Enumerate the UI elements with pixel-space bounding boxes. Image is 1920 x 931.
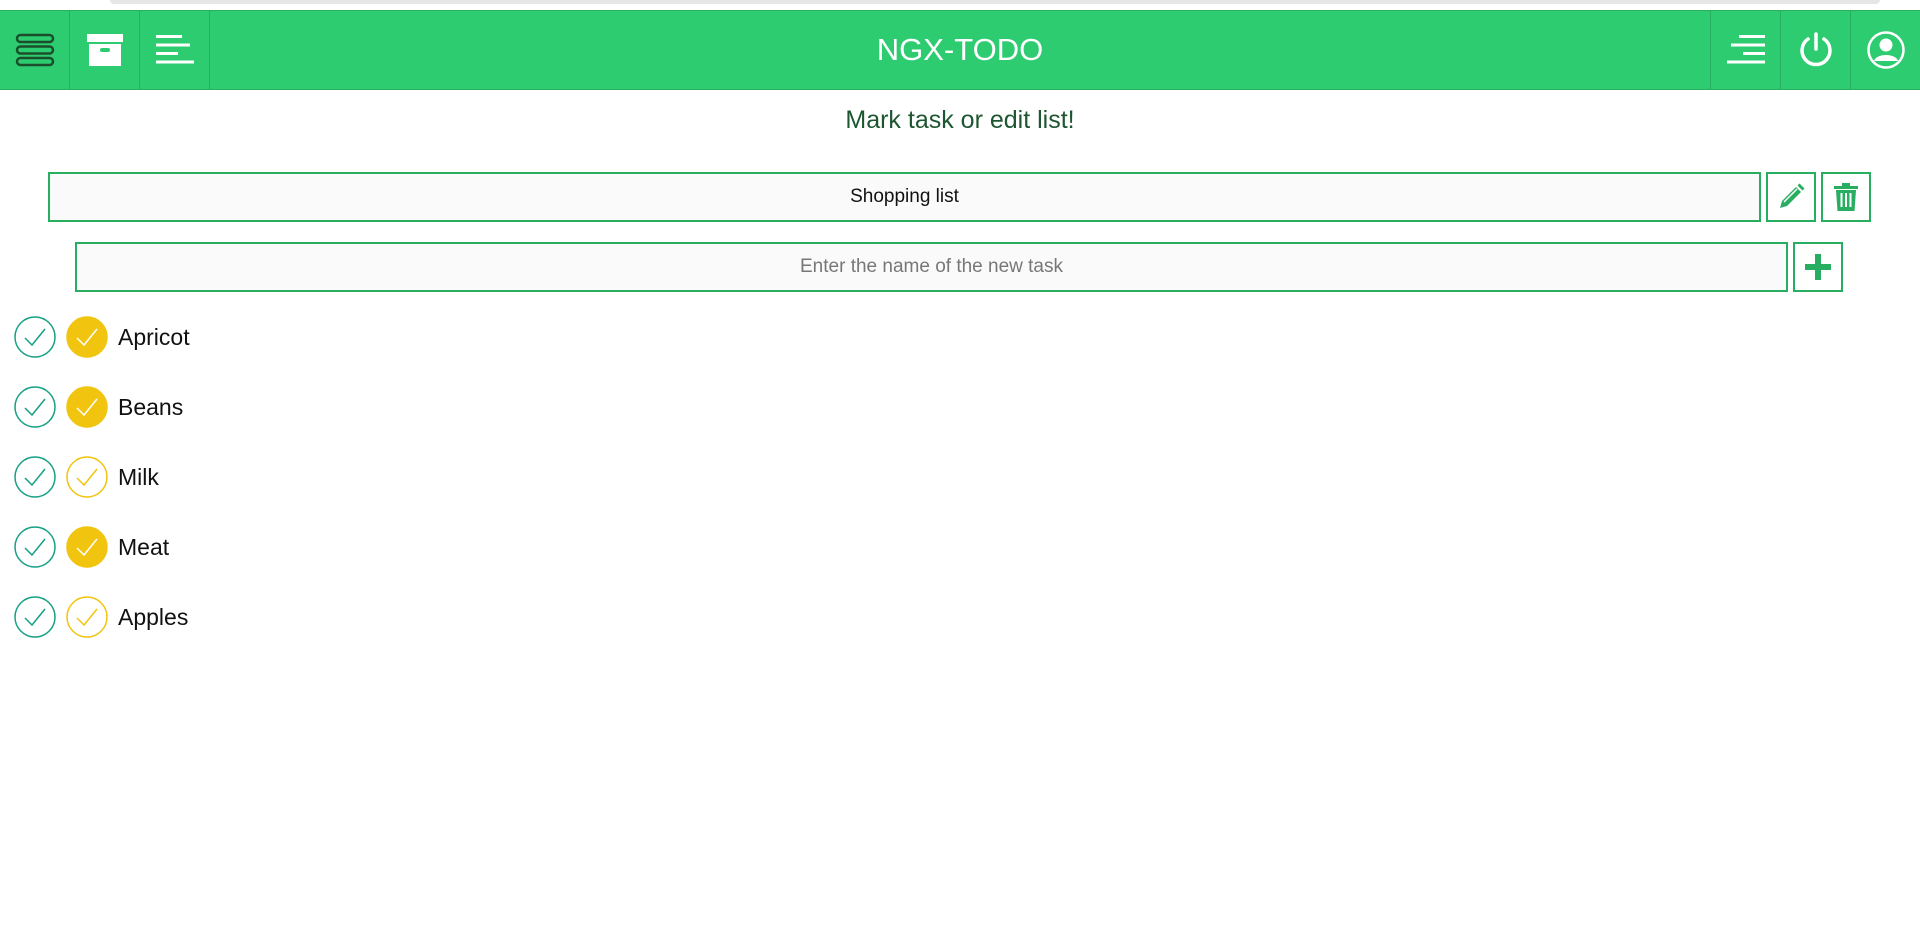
plus-icon	[1805, 254, 1831, 280]
check-circle-icon	[14, 526, 56, 568]
align-right-button[interactable]	[1710, 11, 1780, 89]
delete-list-button[interactable]	[1821, 172, 1871, 222]
lists-icon	[155, 35, 194, 64]
page-heading: Mark task or edit list!	[845, 106, 1075, 134]
user-icon	[1866, 31, 1905, 69]
list-name-input[interactable]	[48, 172, 1761, 222]
check-circle-icon	[66, 316, 108, 358]
app-title: NGX-TODO	[876, 32, 1044, 67]
archive-icon	[86, 34, 123, 66]
check-circle-icon	[66, 456, 108, 498]
task-name: Beans	[118, 393, 184, 420]
check-circle-icon	[14, 316, 56, 358]
complete-task-button[interactable]	[14, 456, 56, 498]
check-circle-icon	[66, 596, 108, 638]
browser-top-strip	[0, 0, 1920, 10]
mark-task-toggle[interactable]	[66, 316, 108, 358]
profile-button[interactable]	[1850, 11, 1920, 89]
menu-button[interactable]	[0, 11, 70, 89]
check-circle-icon	[14, 596, 56, 638]
logout-button[interactable]	[1780, 11, 1850, 89]
task-row: Meat	[14, 525, 169, 569]
check-circle-icon	[14, 386, 56, 428]
mark-task-toggle[interactable]	[66, 456, 108, 498]
new-task-input[interactable]	[75, 242, 1788, 292]
complete-task-button[interactable]	[14, 386, 56, 428]
task-name: Milk	[118, 463, 159, 490]
align-right-icon	[1726, 35, 1765, 64]
complete-task-button[interactable]	[14, 526, 56, 568]
complete-task-button[interactable]	[14, 316, 56, 358]
pencil-icon	[1780, 183, 1805, 208]
task-row: Apples	[14, 595, 188, 639]
task-row: Apricot	[14, 315, 190, 359]
archive-button[interactable]	[70, 11, 140, 89]
task-row: Milk	[14, 455, 159, 499]
mark-task-toggle[interactable]	[66, 386, 108, 428]
complete-task-button[interactable]	[14, 596, 56, 638]
edit-list-button[interactable]	[1766, 172, 1816, 222]
lists-button[interactable]	[140, 11, 210, 89]
browser-top-bar	[110, 0, 1880, 4]
task-name: Meat	[118, 533, 170, 560]
trash-icon	[1834, 183, 1858, 211]
task-row: Beans	[14, 385, 183, 429]
task-name: Apricot	[118, 323, 190, 350]
power-icon	[1799, 32, 1832, 67]
menu-icon	[15, 33, 54, 67]
task-name: Apples	[118, 603, 189, 630]
mark-task-toggle[interactable]	[66, 526, 108, 568]
navbar: NGX-TODO	[0, 10, 1920, 90]
check-circle-icon	[66, 386, 108, 428]
check-circle-icon	[14, 456, 56, 498]
add-task-button[interactable]	[1793, 242, 1843, 292]
check-circle-icon	[66, 526, 108, 568]
mark-task-toggle[interactable]	[66, 596, 108, 638]
